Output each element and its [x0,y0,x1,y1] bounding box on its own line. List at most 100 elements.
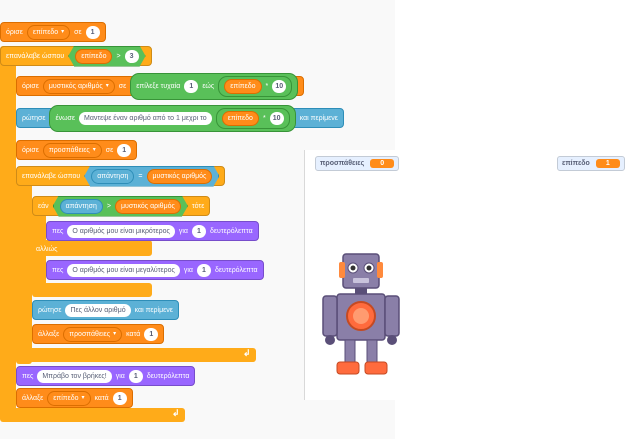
say-smaller-block[interactable]: πες Ο αριθμός μου είναι μικρότερος για 1… [46,221,259,241]
multiplier-input[interactable]: 10 [272,79,287,93]
answer-reporter[interactable]: απάντηση [91,169,134,184]
stage[interactable]: προσπάθειες 0 επίπεδο 1 [304,150,634,400]
monitor-label: προσπάθειες [320,160,365,167]
seconds-label: δευτερόλεπτα [146,372,190,380]
to-label: σε [118,82,127,90]
ask-label: ρώτησε [38,306,62,314]
value-input[interactable]: 1 [144,327,159,341]
upto-label: εώς [202,82,215,90]
if-label: εάν [38,202,49,210]
value-input[interactable]: 1 [112,391,127,405]
set-tries-block[interactable]: όρισε προσπάθειες σε 1 [16,140,138,160]
value-input[interactable]: 1 [85,25,100,39]
wait-label: και περίμενε [134,306,173,314]
message-input[interactable]: Ο αριθμός μου είναι μικρότερος [67,224,175,238]
secret-number-reporter[interactable]: μυστικός αριθμός [147,169,213,184]
say-bigger-block[interactable]: πες Ο αριθμός μου είναι μεγαλύτερος για … [46,260,264,280]
change-level-block[interactable]: άλλαξε επίπεδο κατά 1 [16,388,133,408]
then-label: τότε [191,202,205,210]
variable-dropdown[interactable]: προσπάθειες [42,142,102,158]
repeat-until-answer-block[interactable]: επανάλαβε ώσπου απάντηση = μυστικός αριθ… [16,166,226,187]
operator-symbol: * [265,82,269,90]
greater-than-operator[interactable]: επίπεδο > 3 [68,46,145,67]
message-input[interactable]: Ο αριθμός μου είναι μεγαλύτερος [67,263,180,277]
set-label: όρισε [22,146,39,154]
for-label: για [183,266,193,274]
variable-dropdown[interactable]: μυστικός αριθμός [42,78,115,94]
to-label: σε [105,146,114,154]
repeat-until-label: επανάλαβε ώσπου [6,52,65,60]
robot-sprite[interactable] [315,250,405,380]
variable-dropdown[interactable]: επίπεδο [47,390,91,406]
else-label-row: αλλιώς [34,243,59,255]
seconds-input[interactable]: 1 [196,263,211,277]
variable-dropdown[interactable]: προσπάθειες [63,326,123,342]
else-label: αλλιώς [36,245,58,253]
repeat-outer-arm [0,46,16,420]
level-monitor: επίπεδο 1 [557,156,625,171]
monitor-value: 0 [370,159,395,168]
random-operator[interactable]: επίλεξε τυχαία 1 εώς επίπεδο * 10 [130,72,299,100]
tries-monitor: προσπάθειες 0 [315,156,400,171]
variable-dropdown[interactable]: επίπεδο [26,24,71,40]
if-else-block[interactable]: εάν απάντηση > μυστικός αριθμός τότε [32,196,211,217]
answer-reporter[interactable]: απάντηση [60,199,103,214]
monitor-label: επίπεδο [562,160,590,167]
multiply-operator[interactable]: επίπεδο * 10 [215,107,290,129]
random-label: επίλεξε τυχαία [136,82,181,90]
join-label: ένωσε [55,114,75,122]
set-secret-number-block[interactable]: όρισε μυστικός αριθμός σε επίλεξε τυχαία… [16,72,305,100]
say-label: πες [22,372,34,380]
multiply-operator[interactable]: επίπεδο * 10 [218,75,293,97]
for-label: για [115,372,125,380]
from-input[interactable]: 1 [184,79,199,93]
repeat-until-level-block[interactable]: επανάλαβε ώσπου επίπεδο > 3 [0,46,152,66]
level-reporter[interactable]: επίπεδο [221,110,259,126]
multiplier-input[interactable]: 10 [269,111,284,125]
ask-block[interactable]: ρώτησε ένωσε Μαντεψε έναν αριθμό από το … [16,104,344,132]
for-label: για [178,227,188,235]
repeat-inner-end-arrow: ↲ [243,348,251,358]
value-input[interactable]: 1 [117,143,132,157]
change-label: άλλαξε [22,394,44,402]
say-found-block[interactable]: πες Μπράβο τον βρήκες! για 1 δευτερόλεπτ… [16,366,196,386]
operator-symbol: * [262,114,266,122]
seconds-input[interactable]: 1 [128,369,143,383]
level-reporter[interactable]: επίπεδο [224,78,262,94]
by-label: κατά [126,330,141,338]
repeat-until-label: επανάλαβε ώσπου [22,172,81,180]
repeat-inner-arm [16,176,32,364]
level-reporter[interactable]: επίπεδο [75,49,112,64]
seconds-label: δευτερόλεπτα [214,266,258,274]
if-bottom [32,283,152,297]
change-tries-block[interactable]: άλλαξε προσπάθειες κατά 1 [32,324,165,344]
set-label: όρισε [22,82,39,90]
question-text-input[interactable]: Πες άλλον αριθμό [65,303,131,317]
set-level-block[interactable]: όρισε επίπεδο σε 1 [0,22,106,42]
greater-than-operator[interactable]: απάντηση > μυστικός αριθμός [53,196,188,217]
repeat-outer-bottom [0,408,185,422]
repeat-inner-bottom [16,348,256,362]
operator-symbol: > [116,52,121,60]
operator-symbol: > [106,202,111,210]
monitor-value: 1 [595,159,620,168]
to-label: σε [74,28,82,36]
say-label: πες [52,227,64,235]
by-label: κατά [94,394,109,402]
repeat-outer-end-arrow: ↲ [172,408,180,418]
equals-operator[interactable]: απάντηση = μυστικός αριθμός [84,166,219,187]
message-input[interactable]: Μπράβο τον βρήκες! [37,369,112,383]
ask-label: ρώτησε [22,114,46,122]
seconds-label: δευτερόλεπτα [209,227,253,235]
say-label: πες [52,266,64,274]
value-input[interactable]: 3 [125,50,139,63]
operator-symbol: = [138,172,143,180]
change-label: άλλαξε [38,330,60,338]
question-text-input[interactable]: Μαντεψε έναν αριθμό από το 1 μεχρι το [78,111,212,125]
seconds-input[interactable]: 1 [191,224,206,238]
wait-label: και περίμενε [299,114,338,122]
join-operator[interactable]: ένωσε Μαντεψε έναν αριθμό από το 1 μεχρι… [49,104,296,132]
secret-number-reporter[interactable]: μυστικός αριθμός [115,199,181,214]
ask-again-block[interactable]: ρώτησε Πες άλλον αριθμό και περίμενε [32,300,179,320]
set-label: όρισε [6,28,23,36]
